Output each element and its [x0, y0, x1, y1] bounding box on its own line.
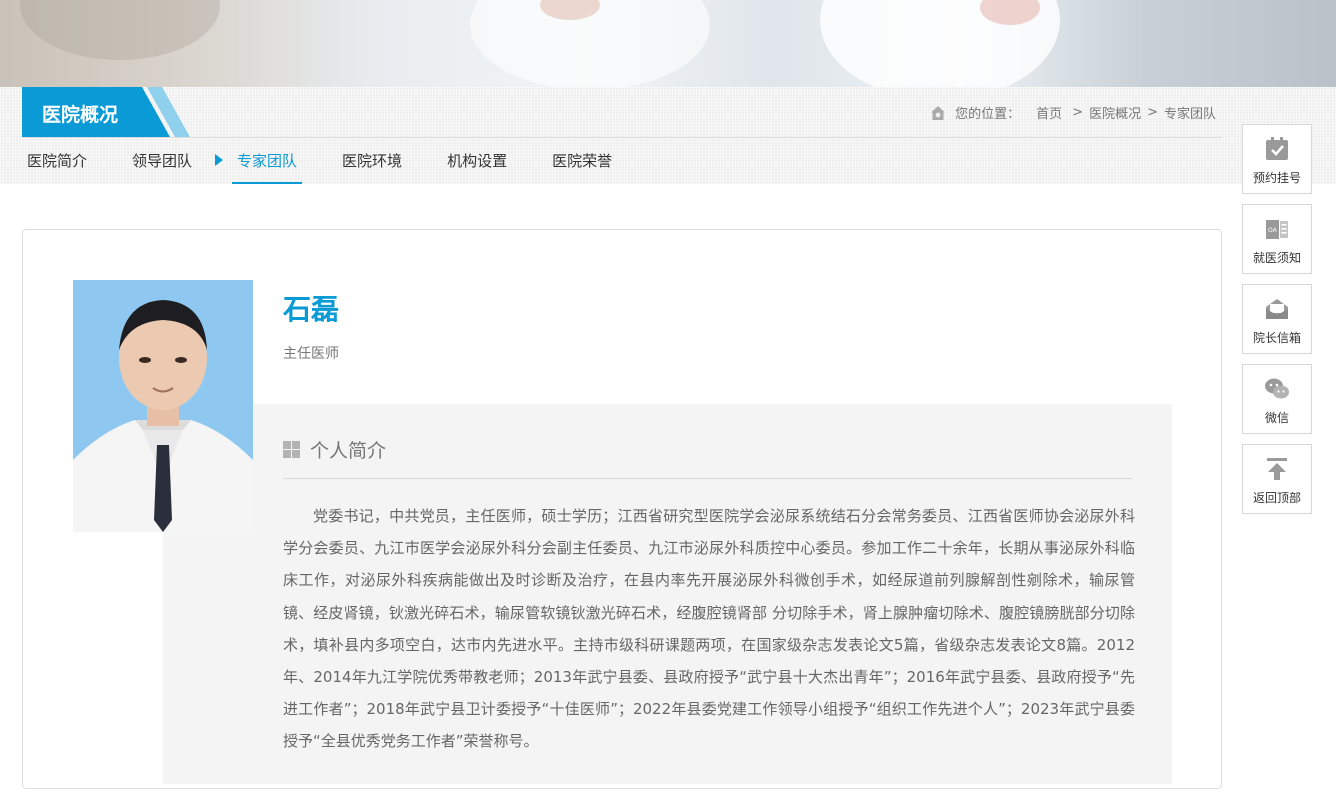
calendar-check-icon — [1266, 137, 1288, 160]
breadcrumb-current: 专家团队 — [1163, 107, 1216, 122]
nav-item-intro[interactable]: 医院简介 — [22, 138, 92, 184]
wechat-icon — [1265, 378, 1289, 399]
side-mailbox-label: 院长信箱 — [1252, 331, 1301, 345]
mailbox-icon — [1266, 299, 1288, 319]
breadcrumb-label: 您的位置： — [955, 107, 1021, 122]
intro-heading: 个人简介 — [283, 436, 386, 463]
back-to-top-icon — [1267, 458, 1287, 480]
side-appointment-button[interactable]: 预约挂号 — [1242, 124, 1312, 194]
breadcrumb-home[interactable]: 首页 — [1036, 103, 1062, 122]
nav-item-leadership[interactable]: 领导团队 — [127, 138, 197, 184]
breadcrumb-overview[interactable]: 医院概况 — [1089, 103, 1141, 122]
nav-item-experts[interactable]: 专家团队 — [215, 138, 303, 184]
side-wechat-label: 微信 — [1264, 411, 1289, 425]
svg-text:OA: OA — [1268, 227, 1278, 234]
active-arrow-icon — [215, 154, 224, 166]
side-appointment-label: 预约挂号 — [1252, 171, 1301, 185]
top-banner-image — [0, 0, 1336, 87]
intro-divider — [283, 478, 1132, 479]
breadcrumb: 您的位置： 首页 > 医院概况 > 专家团队 — [929, 103, 1216, 122]
nav-item-honors[interactable]: 医院荣誉 — [547, 138, 617, 184]
nav-strip: 医院概况 您的位置： 首页 > 医院概况 > 专家团队 医院简介 领导团队 专家… — [0, 87, 1336, 184]
side-back-to-top-label: 返回顶部 — [1252, 491, 1301, 505]
doctor-name: 石磊 — [283, 293, 340, 326]
home-icon — [931, 105, 946, 120]
doctor-photo — [73, 280, 253, 532]
nav-item-departments[interactable]: 机构设置 — [442, 138, 512, 184]
sub-nav: 医院简介 领导团队 专家团队 医院环境 机构设置 医院荣誉 — [22, 138, 652, 184]
intro-heading-text: 个人简介 — [310, 440, 387, 462]
grid-icon — [283, 441, 300, 458]
intro-text: 党委书记，中共党员，主任医师，硕士学历；江西省研究型医院学会泌尿系统结石分会常务… — [283, 507, 1135, 751]
notice-book-icon: OA — [1266, 220, 1288, 239]
side-back-to-top-button[interactable]: 返回顶部 — [1242, 444, 1312, 514]
doctor-title: 主任医师 — [283, 346, 339, 362]
breadcrumb-separator: > — [1147, 105, 1158, 120]
side-notice-button[interactable]: OA 就医须知 — [1242, 204, 1312, 274]
side-wechat-button[interactable]: 微信 — [1242, 364, 1312, 434]
section-title: 医院概况 — [42, 104, 119, 126]
side-notice-label: 就医须知 — [1252, 251, 1301, 265]
nav-item-environment[interactable]: 医院环境 — [337, 138, 407, 184]
nav-item-experts-label: 专家团队 — [237, 152, 298, 170]
side-float-bar: 预约挂号 OA 就医须知 院长信箱 微信 返回顶部 — [1242, 124, 1312, 524]
side-mailbox-button[interactable]: 院长信箱 — [1242, 284, 1312, 354]
section-title-tab: 医院概况 — [22, 87, 190, 137]
breadcrumb-separator: > — [1072, 105, 1084, 120]
